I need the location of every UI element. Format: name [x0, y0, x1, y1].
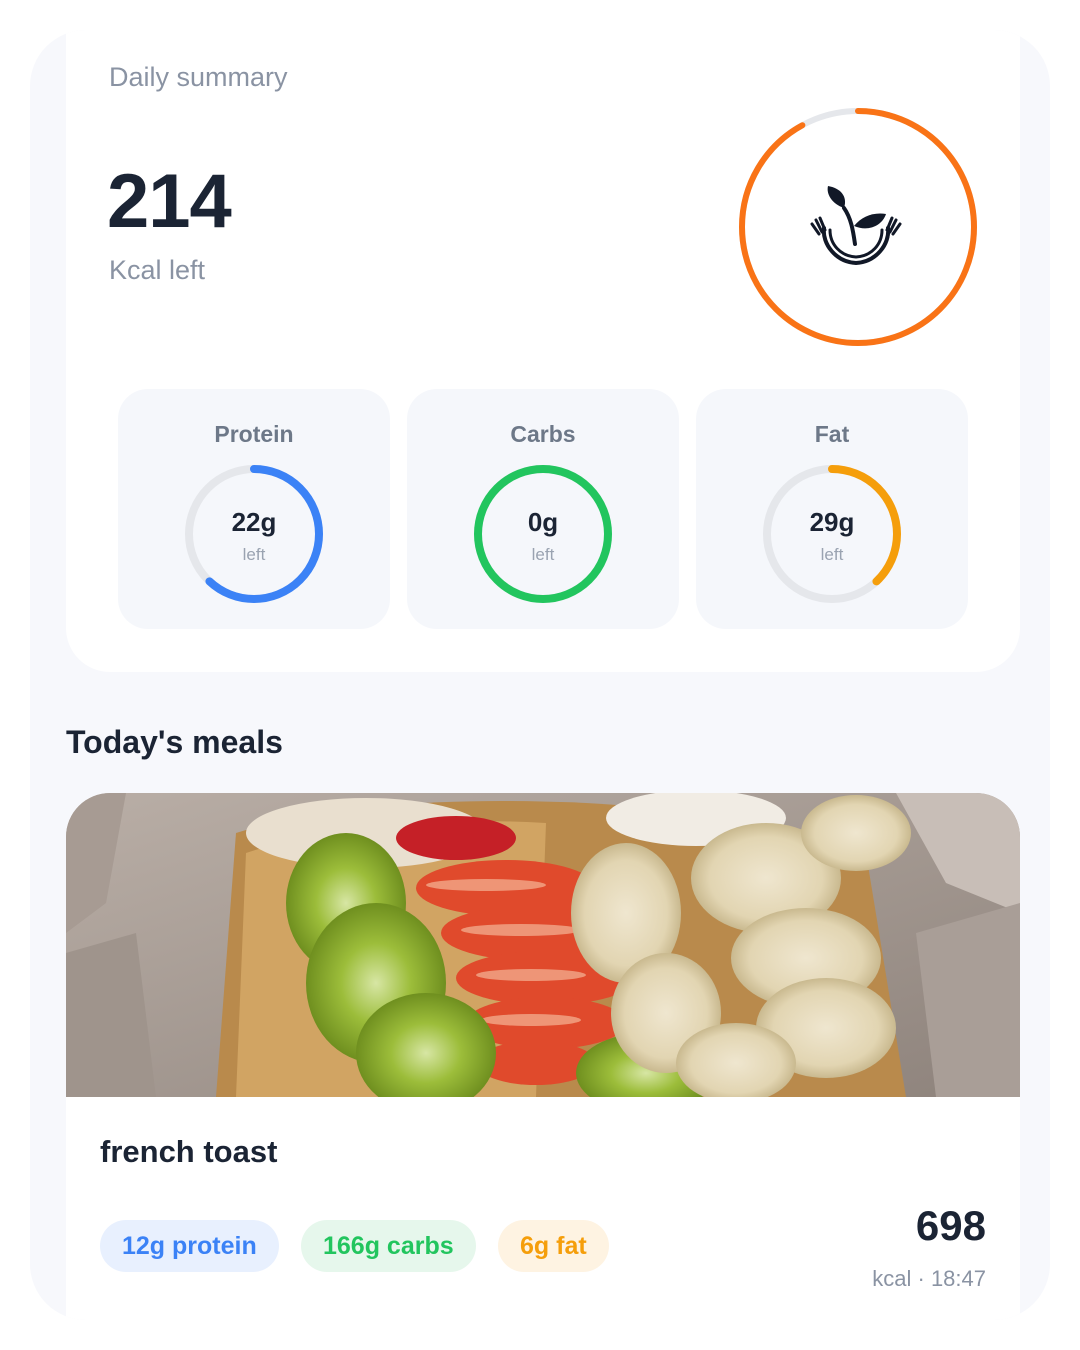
- leaf-hands-icon: [810, 186, 902, 266]
- meal-kcal-value: 698: [915, 1202, 986, 1249]
- carbs-left-value: 0g: [527, 507, 559, 537]
- daily-summary-card[interactable]: Daily summary 214 Kcal left Protein 22g …: [66, 30, 1020, 672]
- kcal-left-label: Kcal left: [109, 255, 206, 285]
- macro-card-protein[interactable]: Protein 22g left: [118, 389, 390, 629]
- meal-kcal-time: kcal · 18:47: [872, 1266, 986, 1291]
- protein-left-value: 22g: [231, 507, 277, 537]
- macro-title-fat: Fat: [814, 421, 850, 447]
- fat-left-label: left: [820, 545, 844, 564]
- summary-title: Daily summary: [109, 62, 288, 92]
- meal-photo: [66, 793, 1020, 1097]
- app-screen: Daily summary 214 Kcal left Protein 22g …: [30, 30, 1050, 1320]
- macro-card-carbs[interactable]: Carbs 0g left: [407, 389, 679, 629]
- macro-title-protein: Protein: [214, 421, 294, 447]
- meal-card[interactable]: french toast 12g protein 166g carbs 6g f…: [66, 793, 1020, 1320]
- carbs-chip: 166g carbs: [301, 1220, 476, 1272]
- protein-chip: 12g protein: [100, 1220, 279, 1272]
- fat-left-value: 29g: [809, 507, 855, 537]
- macro-card-fat[interactable]: Fat 29g left: [696, 389, 968, 629]
- kcal-left-value: 214: [107, 159, 232, 244]
- fat-chip: 6g fat: [498, 1220, 609, 1272]
- carbs-left-label: left: [531, 545, 555, 564]
- protein-left-label: left: [242, 545, 266, 564]
- todays-meals-heading: Today's meals: [66, 724, 283, 760]
- macro-title-carbs: Carbs: [510, 421, 576, 447]
- meal-name: french toast: [100, 1134, 278, 1169]
